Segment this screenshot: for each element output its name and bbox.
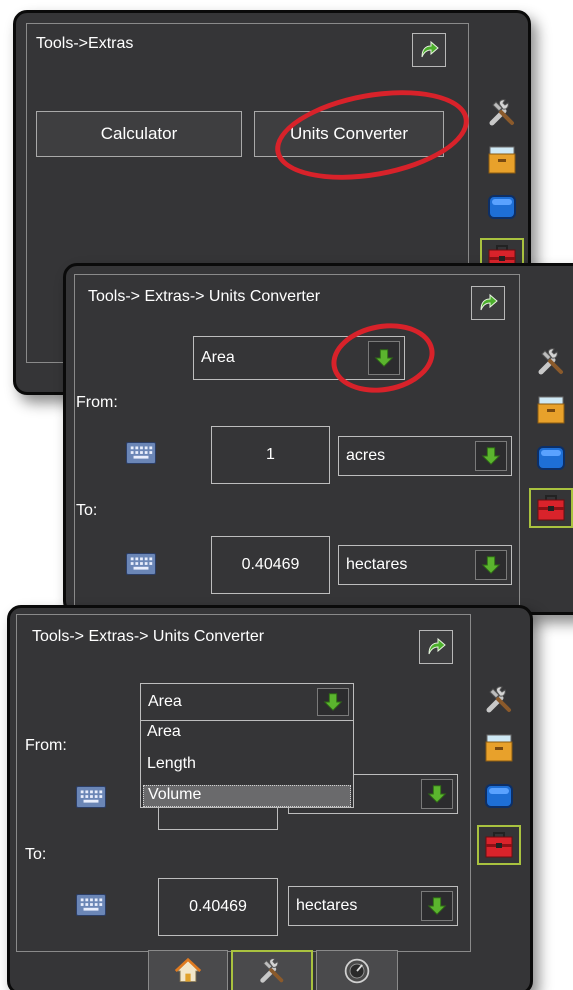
side-tab-extras[interactable] [529, 488, 573, 528]
to-value-field[interactable]: 0.40469 [158, 878, 278, 936]
to-unit-dropdown-button[interactable] [421, 891, 453, 921]
side-tab-system-setup[interactable] [480, 140, 524, 180]
to-unit-dropdown-button[interactable] [475, 550, 507, 580]
page-title: Tools->Extras [36, 35, 134, 52]
back-arrow-icon [476, 291, 500, 315]
monitor-icon [486, 191, 518, 223]
side-tab-system-setup[interactable] [529, 390, 573, 430]
monitor-icon [535, 442, 567, 474]
from-keyboard-button[interactable] [126, 442, 156, 464]
back-arrow-icon [417, 38, 441, 62]
to-unit-value: hectares [296, 897, 358, 914]
from-unit-dropdown-button[interactable] [475, 441, 507, 471]
down-arrow-icon [480, 554, 502, 576]
to-label: To: [25, 846, 47, 863]
category-option[interactable]: Area [147, 723, 181, 741]
tools-icon [257, 956, 287, 986]
side-tab-console[interactable] [529, 438, 573, 478]
tools-icon [486, 97, 518, 129]
side-tab-extras[interactable] [477, 825, 521, 865]
category-dropdown-button[interactable] [317, 688, 349, 716]
to-label: To: [76, 502, 98, 519]
category-select-value: Area [201, 349, 235, 366]
from-label: From: [25, 737, 67, 754]
keyboard-icon [77, 894, 105, 916]
to-keyboard-button[interactable] [126, 553, 156, 575]
keyboard-icon [127, 442, 155, 464]
to-unit-value: hectares [346, 556, 408, 573]
category-option[interactable]: Length [147, 755, 196, 773]
page-title: Tools-> Extras-> Units Converter [88, 288, 321, 305]
category-select-value: Area [148, 693, 182, 710]
back-button[interactable] [471, 286, 505, 320]
home-icon [174, 957, 202, 985]
drawer-icon [486, 144, 518, 176]
keyboard-icon [127, 553, 155, 575]
tools-icon [483, 684, 515, 716]
down-arrow-icon [480, 445, 502, 467]
side-tab-tools[interactable] [529, 342, 573, 382]
from-unit-dropdown-button[interactable] [421, 779, 453, 809]
units-converter-panel: Tools-> Extras-> Units Converter Area Fr… [63, 263, 573, 615]
speedometer-icon [343, 957, 371, 985]
from-keyboard-button[interactable] [76, 786, 106, 808]
to-unit-select[interactable]: hectares [338, 545, 512, 585]
bottom-tab-tools[interactable] [231, 950, 313, 990]
tools-icon [535, 346, 567, 378]
from-unit-value: acres [346, 447, 386, 464]
back-arrow-icon [424, 635, 448, 659]
bottom-tab-home[interactable] [148, 950, 228, 990]
from-value-field[interactable]: 1 [211, 426, 330, 484]
side-tab-tools[interactable] [477, 680, 521, 720]
toolbox-icon [483, 829, 515, 861]
down-arrow-icon [426, 783, 448, 805]
category-option-selected[interactable]: Volume [143, 785, 351, 807]
from-label: From: [76, 394, 118, 411]
back-button[interactable] [412, 33, 446, 67]
side-tab-console[interactable] [480, 187, 524, 227]
drawer-icon [483, 732, 515, 764]
down-arrow-icon [322, 691, 344, 713]
down-arrow-icon [426, 895, 448, 917]
bottom-tab-guidance[interactable] [316, 950, 398, 990]
toolbox-icon [535, 492, 567, 524]
keyboard-icon [77, 786, 105, 808]
units-converter-dropdown-panel: Tools-> Extras-> Units Converter Area Fr… [7, 605, 533, 990]
side-tab-console[interactable] [477, 776, 521, 816]
page-title: Tools-> Extras-> Units Converter [32, 628, 265, 645]
to-value-field[interactable]: 0.40469 [211, 536, 330, 594]
calculator-button[interactable]: Calculator [36, 111, 242, 157]
to-keyboard-button[interactable] [76, 894, 106, 916]
monitor-icon [483, 780, 515, 812]
from-unit-select[interactable]: acres [338, 436, 512, 476]
to-unit-select[interactable]: hectares [288, 886, 458, 926]
category-select[interactable]: Area [140, 683, 354, 721]
back-button[interactable] [419, 630, 453, 664]
side-tab-system-setup[interactable] [477, 728, 521, 768]
drawer-icon [535, 394, 567, 426]
category-options-list: Area Length Volume [140, 720, 354, 808]
side-tab-tools[interactable] [480, 93, 524, 133]
